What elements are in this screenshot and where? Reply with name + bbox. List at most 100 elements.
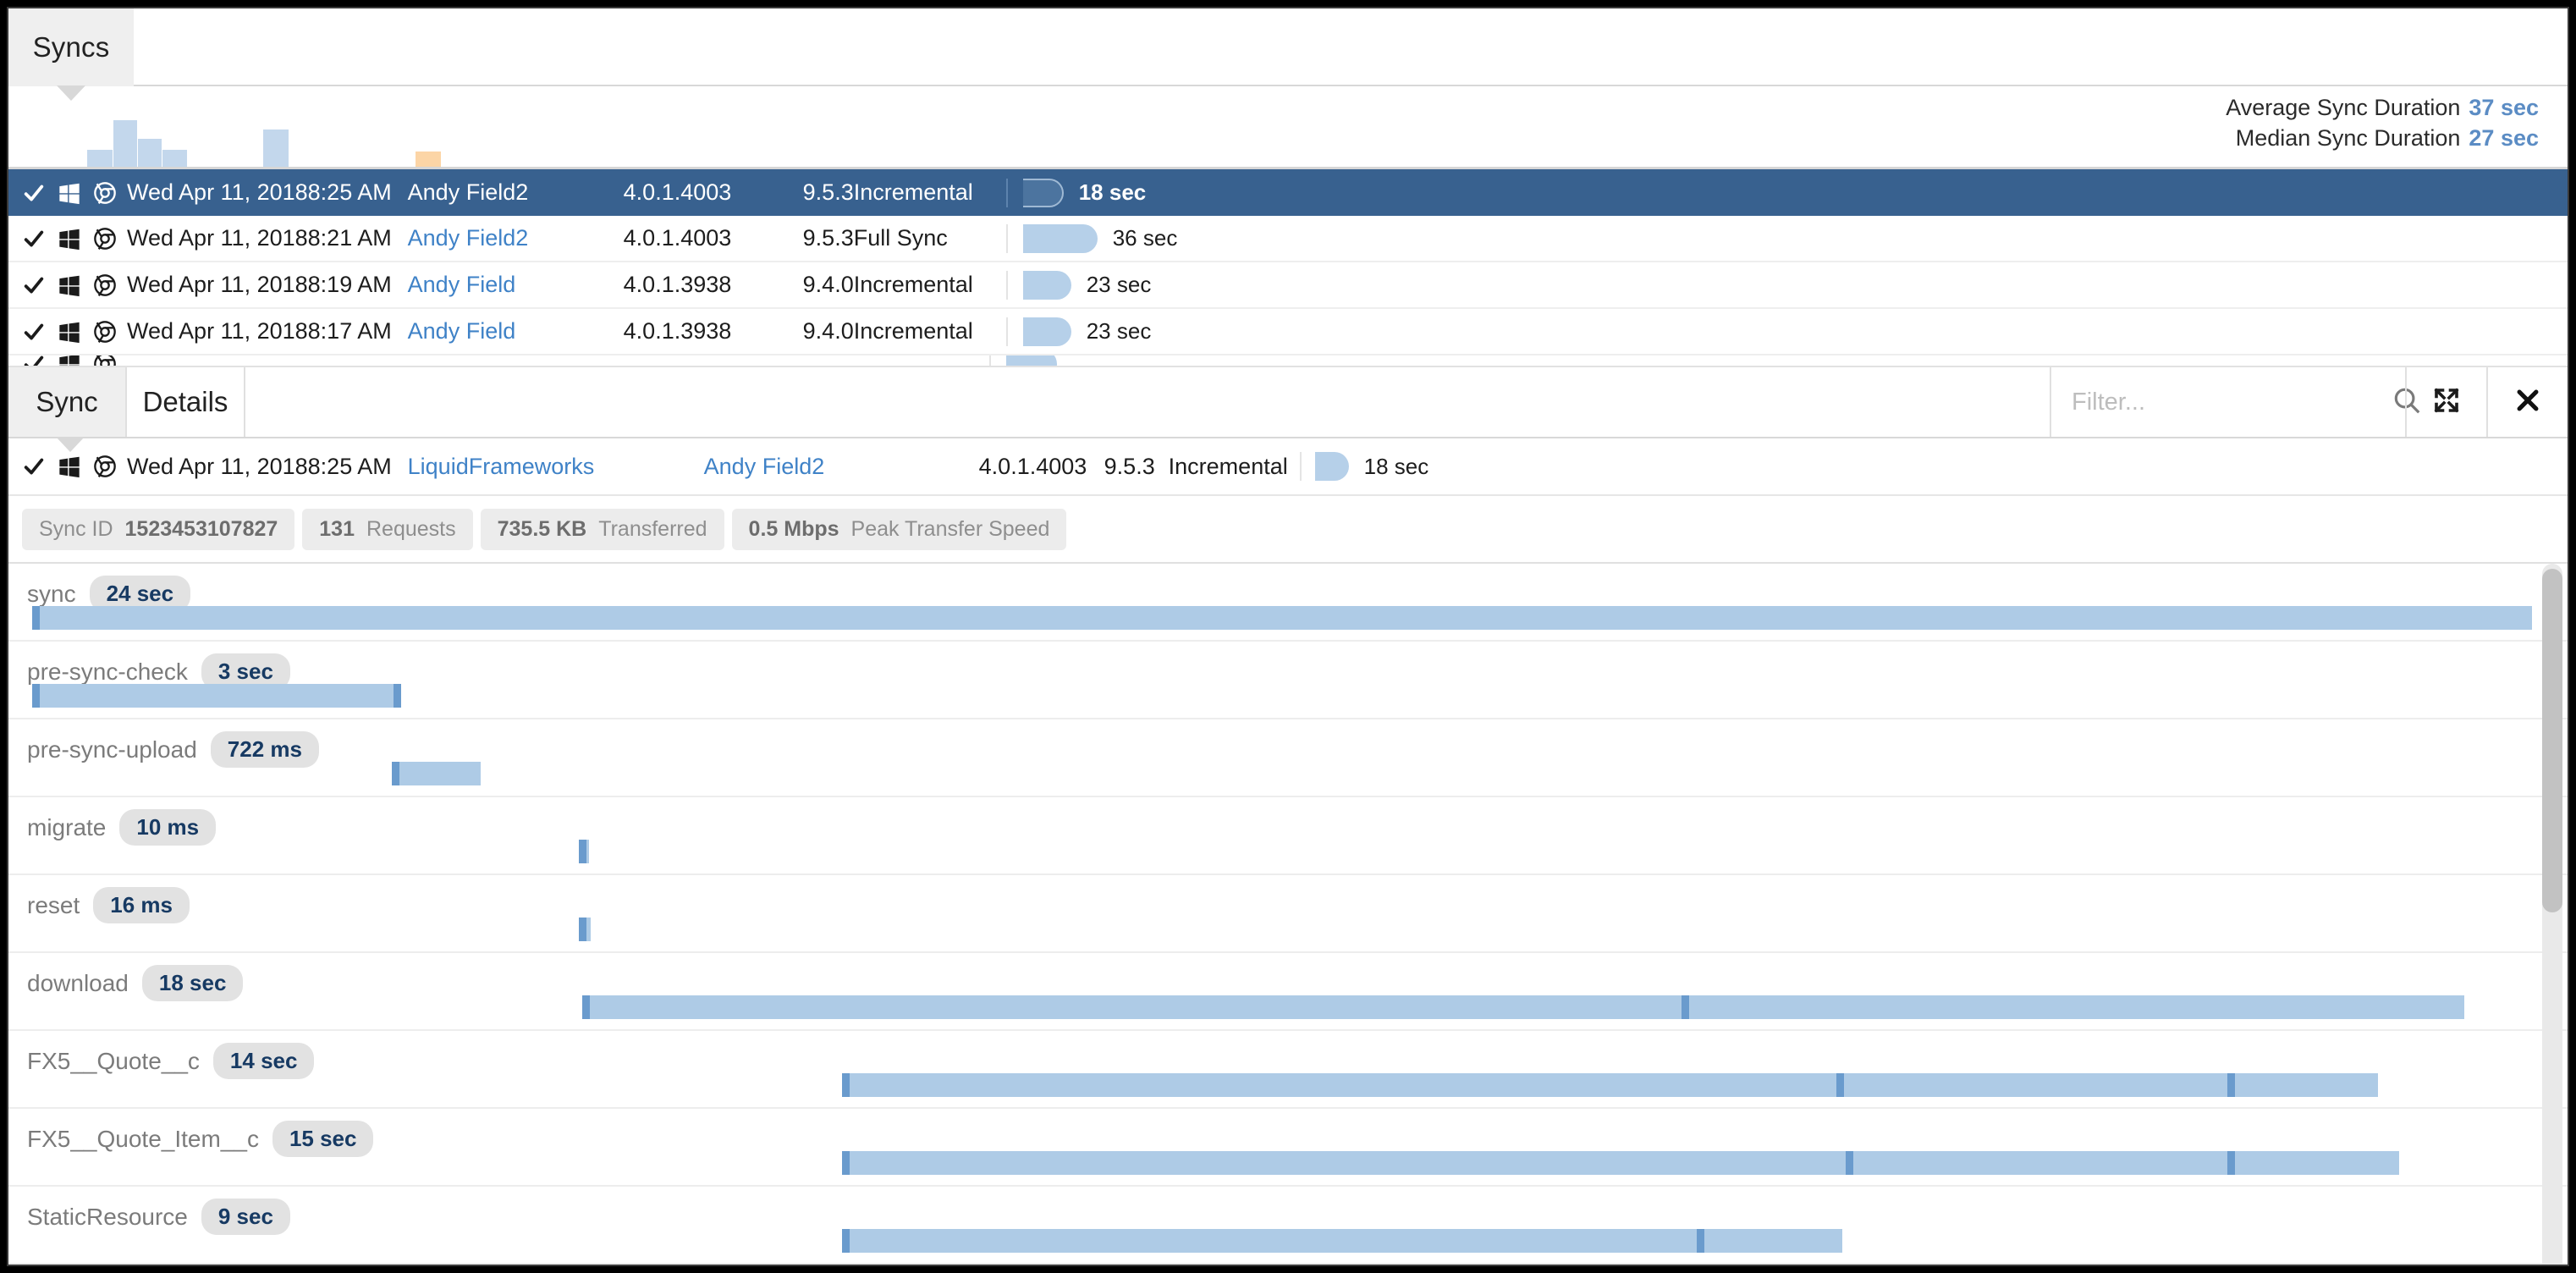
waterfall-tick xyxy=(1836,1073,1844,1097)
detail-user[interactable]: Andy Field2 xyxy=(704,454,979,480)
waterfall-row[interactable]: FX5__Quote__c 14 sec xyxy=(8,1031,2568,1109)
row-user[interactable]: Andy Field xyxy=(408,318,624,344)
row-duration-cell xyxy=(989,355,1057,366)
metric-pill: 131 Requests xyxy=(302,508,473,550)
close-button[interactable] xyxy=(2486,367,2568,437)
tab-syncs-pointer xyxy=(57,85,85,101)
waterfall-phase-label: pre-sync-check xyxy=(27,658,188,685)
metric-pill: 0.5 Mbps Peak Transfer Speed xyxy=(731,508,1067,550)
row-date: Wed Apr 11, 2018 xyxy=(127,318,308,344)
stat-average-value: 37 sec xyxy=(2469,95,2539,120)
row-api-version: 9.5.3 xyxy=(802,179,854,205)
waterfall-row[interactable]: FX5__Quote_Item__c 15 sec xyxy=(8,1109,2568,1187)
row-time: 8:19 AM xyxy=(307,272,392,297)
waterfall-row[interactable]: StaticResource 9 sec xyxy=(8,1187,2568,1265)
table-row[interactable] xyxy=(8,355,2568,366)
filter-input[interactable] xyxy=(2072,388,2391,416)
chrome-icon xyxy=(93,320,117,344)
tab-details[interactable]: Details xyxy=(127,367,245,437)
expand-button[interactable] xyxy=(2405,367,2486,437)
metric-pill: 735.5 KB Transferred xyxy=(480,508,724,550)
waterfall-row[interactable]: migrate 10 ms xyxy=(8,797,2568,875)
metric-pill-value: 735.5 KB xyxy=(497,516,587,541)
table-row[interactable]: Wed Apr 11, 2018 8:21 AM Andy Field2 4.0.1.… xyxy=(8,216,2568,262)
row-user[interactable]: Andy Field xyxy=(408,272,624,298)
waterfall-tick xyxy=(582,995,590,1019)
histogram-bar xyxy=(416,152,441,167)
row-status-icons xyxy=(8,355,127,366)
row-status-icons xyxy=(8,181,127,205)
detail-duration-cell: 18 sec xyxy=(1299,452,1429,481)
chrome-icon xyxy=(93,455,117,478)
metric-pill-value: 0.5 Mbps xyxy=(748,516,839,541)
row-sync-type: Incremental xyxy=(853,272,973,297)
row-duration-cell: 36 sec xyxy=(1005,223,1178,253)
row-api-version: 9.4.0 xyxy=(802,318,854,344)
table-row[interactable]: Wed Apr 11, 2018 8:19 AM Andy Field 4.0.1.3… xyxy=(8,262,2568,309)
waterfall-row[interactable]: download 18 sec xyxy=(8,953,2568,1031)
chrome-icon xyxy=(93,227,117,251)
waterfall-row[interactable]: sync 24 sec xyxy=(8,564,2568,642)
waterfall-scrollbar[interactable] xyxy=(2542,564,2562,1265)
waterfall-track xyxy=(8,995,2568,1019)
close-icon xyxy=(2513,386,2542,419)
tab-sync[interactable]: Sync xyxy=(8,367,127,437)
waterfall-bar xyxy=(842,1229,1842,1253)
waterfall-track xyxy=(8,606,2568,630)
waterfall-tick xyxy=(842,1229,850,1253)
table-row[interactable]: Wed Apr 11, 2018 8:25 AM Andy Field2 4.0.1.… xyxy=(8,169,2568,216)
waterfall-bar xyxy=(842,1151,2399,1175)
row-user[interactable]: Andy Field2 xyxy=(408,225,624,251)
selected-sync-row[interactable]: Wed Apr 11, 2018 8:25 AM LiquidFrameworks A… xyxy=(8,438,2568,496)
waterfall-row[interactable]: reset 16 ms xyxy=(8,875,2568,953)
waterfall-track xyxy=(8,1073,2568,1097)
detail-header: Sync Details xyxy=(8,367,2568,452)
sync-duration-histogram xyxy=(8,84,1024,167)
summary-stats: Average Sync Duration 37 sec Median Sync … xyxy=(2226,93,2539,153)
histogram-bar xyxy=(87,150,113,167)
windows-icon xyxy=(58,181,81,205)
metric-pill: Sync ID 1523453107827 xyxy=(22,508,295,550)
waterfall-bar xyxy=(32,606,2532,630)
waterfall-phase-label: migrate xyxy=(27,813,107,840)
tab-sync-label: Sync xyxy=(36,386,98,417)
waterfall-phase-label: pre-sync-upload xyxy=(27,736,197,763)
waterfall-track xyxy=(8,840,2568,863)
row-duration-bar xyxy=(1022,270,1071,300)
row-date: Wed Apr 11, 2018 xyxy=(127,179,308,205)
waterfall-bar xyxy=(32,684,401,708)
check-icon xyxy=(22,181,46,205)
check-icon xyxy=(22,455,46,478)
stat-median-label: Median Sync Duration xyxy=(2235,124,2461,151)
row-duration-cell: 18 sec xyxy=(1005,178,1146,207)
row-duration-label: 36 sec xyxy=(1112,225,1178,251)
stat-median-sync-duration: Median Sync Duration 27 sec xyxy=(2226,124,2539,154)
row-version: 4.0.1.3938 xyxy=(623,318,732,344)
tab-syncs[interactable]: Syncs xyxy=(8,8,134,86)
metric-pill-label: Transferred xyxy=(598,516,707,541)
waterfall-tick xyxy=(579,840,586,863)
row-status-icons xyxy=(8,273,127,297)
check-icon xyxy=(22,227,46,251)
detail-org[interactable]: LiquidFrameworks xyxy=(408,454,704,480)
waterfall-tick xyxy=(394,684,401,708)
row-user[interactable]: Andy Field2 xyxy=(408,179,624,206)
waterfall-tick xyxy=(1846,1151,1853,1175)
row-date: Wed Apr 11, 2018 xyxy=(127,225,308,251)
waterfall-bar xyxy=(392,762,481,785)
detail-duration-label: 18 sec xyxy=(1363,453,1429,479)
waterfall-phase-label: FX5__Quote__c xyxy=(27,1047,200,1074)
table-row[interactable]: Wed Apr 11, 2018 8:17 AM Andy Field 4.0.1.3… xyxy=(8,309,2568,355)
row-api-version: 9.5.3 xyxy=(802,225,854,251)
metric-pill-label: Sync ID xyxy=(39,516,113,541)
waterfall-row[interactable]: pre-sync-check 3 sec xyxy=(8,642,2568,719)
check-icon xyxy=(22,273,46,297)
syncs-overview-section: Syncs Average Sync Duration 37 sec Median… xyxy=(8,8,2568,374)
waterfall-phase-label: sync xyxy=(27,580,76,607)
waterfall-scrollbar-thumb[interactable] xyxy=(2542,569,2562,912)
expand-icon xyxy=(2431,385,2462,420)
waterfall-row[interactable]: pre-sync-upload 722 ms xyxy=(8,719,2568,797)
sync-list-table[interactable]: Wed Apr 11, 2018 8:25 AM Andy Field2 4.0.1.… xyxy=(8,169,2568,366)
windows-icon xyxy=(58,227,81,251)
waterfall-tick xyxy=(2227,1151,2235,1175)
